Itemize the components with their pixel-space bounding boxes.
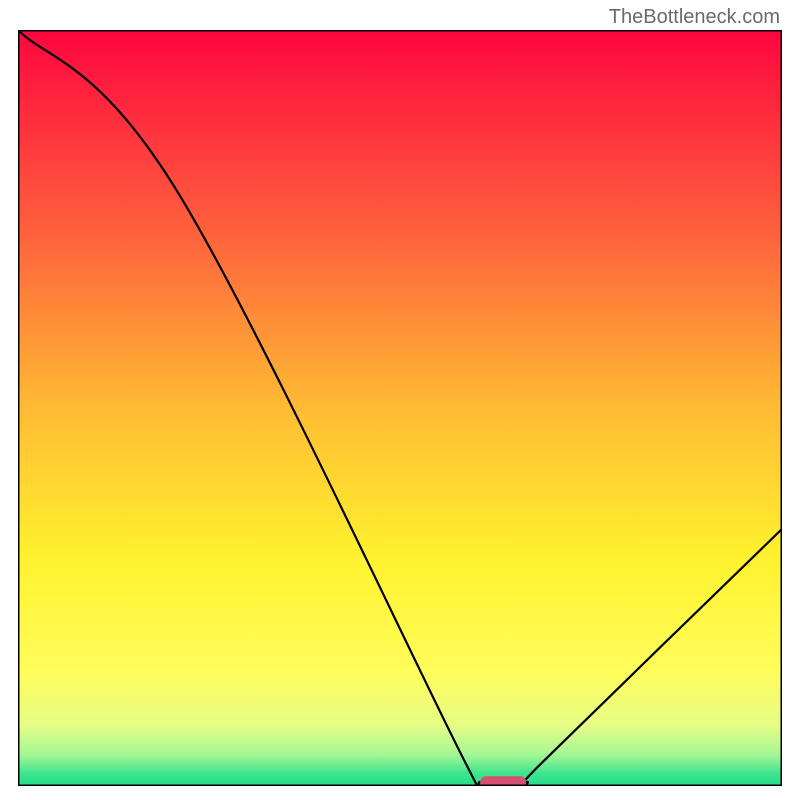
chart-svg: [18, 30, 782, 786]
attribution-label: TheBottleneck.com: [609, 6, 780, 29]
chart-area: [18, 30, 782, 786]
chart-container: TheBottleneck.com: [0, 0, 800, 800]
gradient-background: [19, 31, 781, 785]
